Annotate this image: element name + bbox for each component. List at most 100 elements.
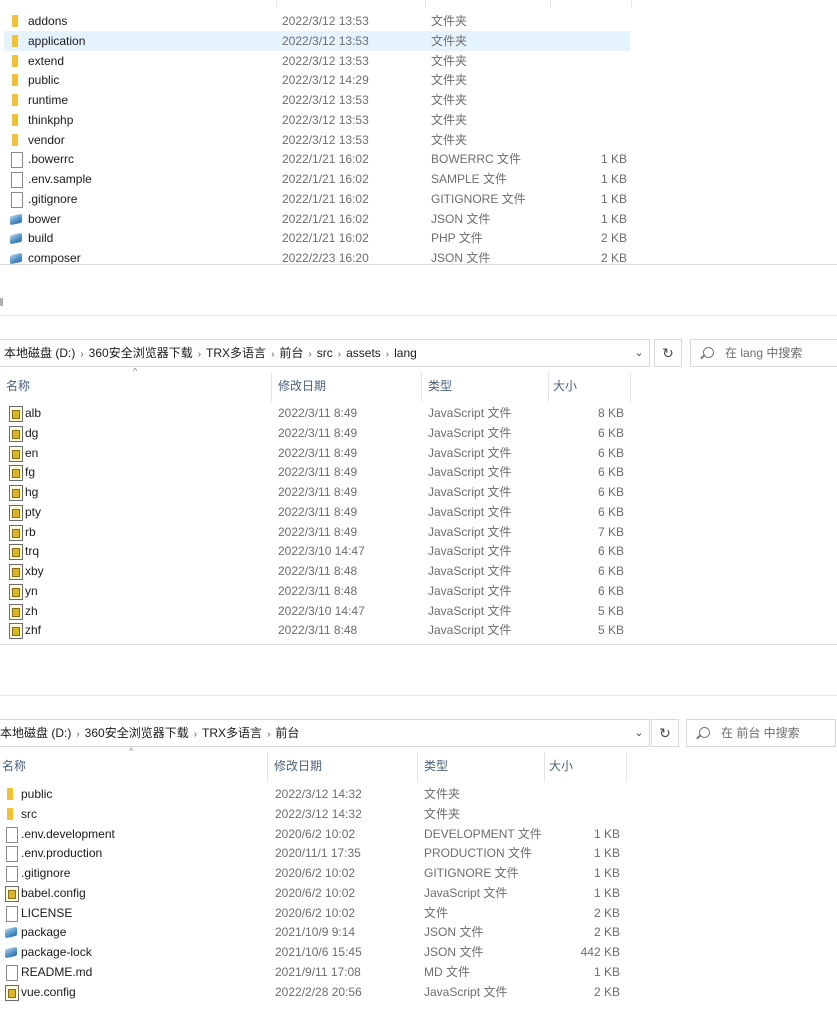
chevron-down-icon[interactable]: ⌄ xyxy=(629,340,649,366)
modified-date: 2022/3/12 13:53 xyxy=(282,33,369,48)
folder-icon xyxy=(4,787,18,801)
modified-date: 2022/2/23 16:20 xyxy=(282,251,369,265)
breadcrumb-item[interactable]: lang xyxy=(394,346,417,360)
chevron-right-icon[interactable]: › xyxy=(262,729,275,740)
table-row[interactable]: application 2022/3/12 13:53 文件夹 xyxy=(0,30,837,51)
table-row[interactable]: dg 2022/3/11 8:49 JavaScript 文件 6 KB xyxy=(0,423,837,443)
file-name: LICENSE xyxy=(21,905,73,920)
table-row[interactable]: .gitignore 2022/1/21 16:02 GITIGNORE 文件 1 K… xyxy=(0,189,837,209)
chevron-right-icon[interactable]: › xyxy=(75,349,88,360)
js-file-icon xyxy=(8,485,23,501)
address-bar[interactable]: 本地磁盘 (D:) › 360安全浏览器下载 › TRX多语言 › 前台 ⌄ xyxy=(0,719,650,747)
address-bar[interactable]: 本地磁盘 (D:) › 360安全浏览器下载 › TRX多语言 › 前台 › src › asset… xyxy=(0,339,650,367)
table-row[interactable]: LICENSE 2020/6/2 10:02 文件 2 KB xyxy=(0,903,837,923)
table-row[interactable]: en 2022/3/11 8:49 JavaScript 文件 6 KB xyxy=(0,443,837,463)
chevron-down-icon[interactable]: ⌄ xyxy=(629,720,649,746)
breadcrumb-item[interactable]: 本地磁盘 (D:) xyxy=(4,346,75,360)
table-row[interactable]: build 2022/1/21 16:02 PHP 文件 2 KB xyxy=(0,228,837,248)
file-type: 文件夹 xyxy=(431,14,468,28)
modified-date: 2022/3/11 8:49 xyxy=(278,465,358,480)
file-type: JSON 文件 xyxy=(424,945,484,959)
search-input[interactable]: 在 前台 中搜索 xyxy=(686,719,836,747)
table-row[interactable]: trq 2022/3/10 14:47 JavaScript 文件 6 KB xyxy=(0,541,837,561)
breadcrumb-item[interactable]: 前台 xyxy=(279,346,303,360)
breadcrumb-item[interactable]: 前台 xyxy=(275,726,299,740)
column-header-size[interactable]: 大小 xyxy=(545,752,627,782)
chevron-right-icon[interactable]: › xyxy=(193,349,206,360)
table-row[interactable]: xby 2022/3/11 8:48 JavaScript 文件 6 KB xyxy=(0,561,837,581)
table-row[interactable]: vendor 2022/3/12 13:53 文件夹 xyxy=(0,130,837,150)
search-input[interactable]: 在 lang 中搜索 xyxy=(690,339,837,367)
chevron-right-icon[interactable]: › xyxy=(71,729,84,740)
column-header-name[interactable]: 名称 xyxy=(2,372,272,402)
breadcrumb-item[interactable]: TRX多语言 xyxy=(202,726,262,740)
table-row[interactable]: package-lock 2021/10/6 15:45 JSON 文件 442 KB xyxy=(0,942,837,962)
file-type: BOWERRC 文件 xyxy=(431,152,522,167)
table-row[interactable]: thinkphp 2022/3/12 13:53 文件夹 xyxy=(0,110,837,130)
modified-date: 2022/3/11 8:49 xyxy=(278,406,358,420)
chevron-right-icon[interactable]: › xyxy=(303,349,316,360)
js-file-icon xyxy=(8,445,23,462)
breadcrumb-item[interactable]: 本地磁盘 (D:) xyxy=(0,726,71,740)
file-size: 6 KB xyxy=(597,504,624,519)
table-row[interactable]: yn 2022/3/11 8:48 JavaScript 文件 6 KB xyxy=(0,581,837,601)
table-row[interactable]: addons 2022/3/12 13:53 文件夹 xyxy=(0,11,837,31)
file-type: 文件夹 xyxy=(431,53,468,68)
modified-date: 2022/3/11 8:48 xyxy=(278,623,358,638)
chevron-right-icon[interactable]: › xyxy=(266,349,279,360)
column-header-size[interactable]: 大小 xyxy=(549,372,631,402)
column-header-type[interactable]: 类型 xyxy=(424,372,549,402)
modified-date: 2020/11/1 17:35 xyxy=(275,846,361,861)
file-name: addons xyxy=(28,14,68,28)
column-header-name[interactable]: 名称 xyxy=(0,752,268,782)
refresh-button[interactable]: ↻ xyxy=(651,719,679,747)
modified-date: 2022/1/21 16:02 xyxy=(282,211,369,226)
table-row[interactable]: pty 2022/3/11 8:49 JavaScript 文件 6 KB xyxy=(0,502,837,522)
column-header: 名称 ^ 修改日期 类型 大小 xyxy=(0,746,837,782)
breadcrumb-item[interactable]: 360安全浏览器下载 xyxy=(85,726,189,740)
table-row[interactable]: runtime 2022/3/12 13:53 文件夹 xyxy=(0,90,837,110)
table-row[interactable]: public 2022/3/12 14:29 文件夹 xyxy=(0,70,837,90)
modified-date: 2021/10/6 15:45 xyxy=(275,945,362,959)
table-row[interactable]: hg 2022/3/11 8:49 JavaScript 文件 6 KB xyxy=(0,482,837,502)
table-row[interactable]: composer 2022/2/23 16:20 JSON 文件 2 KB xyxy=(0,248,837,268)
file-size: 5 KB xyxy=(597,623,624,638)
table-row[interactable]: vue.config 2022/2/28 20:56 JavaScript 文件 2 … xyxy=(0,982,837,1002)
column-header-type[interactable]: 类型 xyxy=(420,752,545,782)
table-row[interactable]: .env.production 2020/11/1 17:35 PRODUCTION… xyxy=(0,843,837,863)
breadcrumb-item[interactable]: assets xyxy=(346,346,381,360)
modified-date: 2022/3/10 14:47 xyxy=(278,603,365,618)
table-row[interactable]: .env.sample 2022/1/21 16:02 SAMPLE 文件 1 KB xyxy=(0,169,837,189)
refresh-button[interactable]: ↻ xyxy=(654,339,682,367)
chevron-right-icon[interactable]: › xyxy=(333,349,346,360)
file-name: vue.config xyxy=(21,984,76,999)
table-row[interactable]: README.md 2021/9/11 17:08 MD 文件 1 KB xyxy=(0,962,837,982)
column-header-date[interactable]: 修改日期 xyxy=(274,372,422,402)
table-row[interactable]: .bowerrc 2022/1/21 16:02 BOWERRC 文件 1 KB xyxy=(0,149,837,169)
table-row[interactable]: bower 2022/1/21 16:02 JSON 文件 1 KB xyxy=(0,209,837,229)
breadcrumb-item[interactable]: 360安全浏览器下载 xyxy=(89,346,193,360)
modified-date: 2020/6/2 10:02 xyxy=(275,885,356,900)
file-type: JavaScript 文件 xyxy=(428,623,512,638)
chevron-right-icon[interactable]: › xyxy=(189,729,202,740)
table-row[interactable]: .env.development 2020/6/2 10:02 DEVELOPMEN… xyxy=(0,824,837,844)
table-row[interactable]: zh 2022/3/10 14:47 JavaScript 文件 5 KB xyxy=(0,601,837,621)
table-row[interactable]: babel.config 2020/6/2 10:02 JavaScript 文件 1… xyxy=(0,883,837,903)
js-file-icon xyxy=(8,425,23,442)
table-row[interactable]: src 2022/3/12 14:32 文件夹 xyxy=(0,804,837,824)
table-row[interactable]: public 2022/3/12 14:32 文件夹 xyxy=(0,784,837,804)
table-row[interactable]: package 2021/10/9 9:14 JSON 文件 2 KB xyxy=(0,922,837,942)
table-row[interactable]: zhf 2022/3/11 8:48 JavaScript 文件 5 KB xyxy=(0,620,837,640)
file-icon xyxy=(4,826,18,843)
chevron-right-icon[interactable]: › xyxy=(381,349,394,360)
table-row[interactable]: extend 2022/3/12 13:53 文件夹 xyxy=(0,51,837,71)
breadcrumb-item[interactable]: TRX多语言 xyxy=(206,346,266,360)
table-row[interactable]: alb 2022/3/11 8:49 JavaScript 文件 8 KB xyxy=(0,403,837,423)
column-header-date[interactable]: 修改日期 xyxy=(270,752,418,782)
table-row[interactable]: rb 2022/3/11 8:49 JavaScript 文件 7 KB xyxy=(0,522,837,542)
file-size: 2 KB xyxy=(593,925,620,940)
table-row[interactable]: .gitignore 2020/6/2 10:02 GITIGNORE 文件 1 KB xyxy=(0,863,837,883)
breadcrumb-item[interactable]: src xyxy=(317,346,333,360)
table-row[interactable]: fg 2022/3/11 8:49 JavaScript 文件 6 KB xyxy=(0,462,837,482)
file-type: JavaScript 文件 xyxy=(428,524,512,539)
